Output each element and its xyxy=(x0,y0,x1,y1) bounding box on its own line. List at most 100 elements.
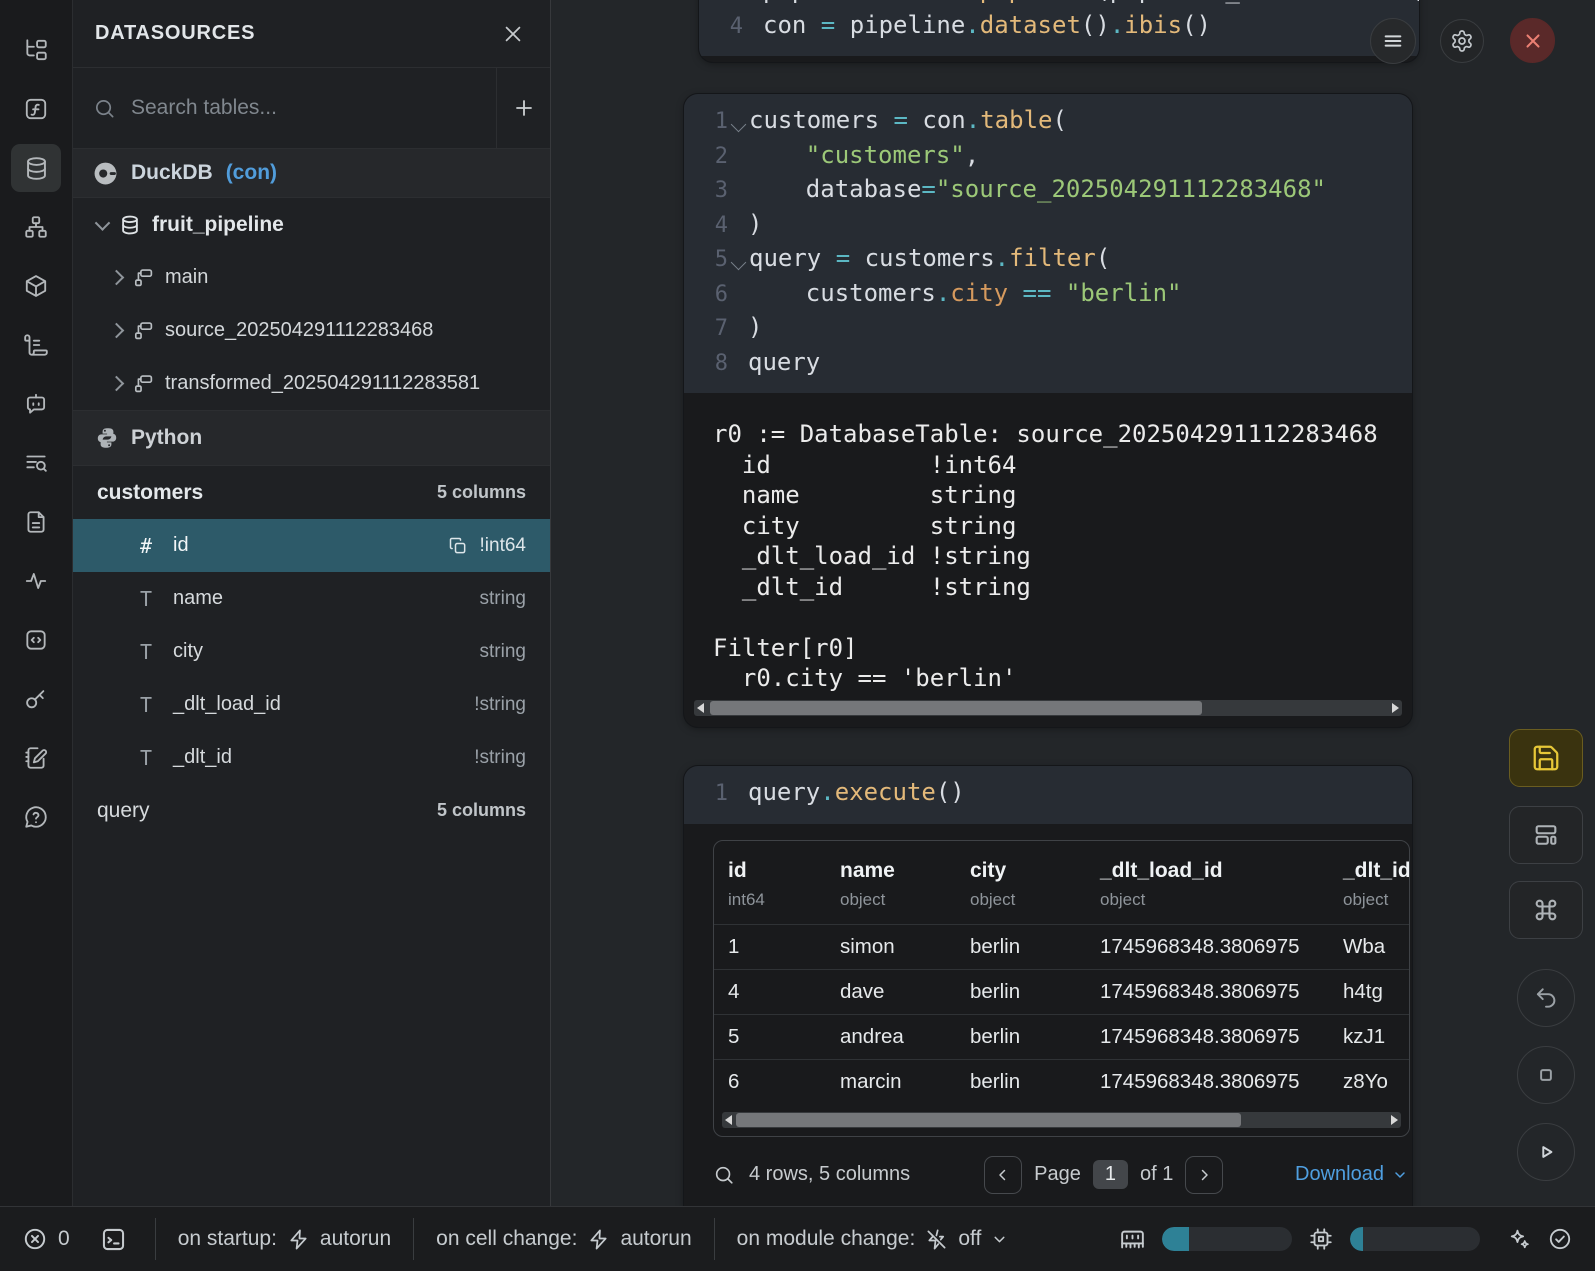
settings-button[interactable] xyxy=(1440,19,1484,63)
column-row-city[interactable]: T city string xyxy=(73,625,550,678)
secrets-icon[interactable] xyxy=(11,675,61,723)
functions-icon[interactable] xyxy=(11,85,61,133)
code-cell-2[interactable]: 1query.execute() idint64nameobjectcityob… xyxy=(684,766,1412,1207)
help-icon[interactable] xyxy=(11,793,61,841)
schema-icon xyxy=(133,373,154,394)
chevron-right-icon xyxy=(109,376,125,392)
column-header-_dlt_load_id[interactable]: _dlt_load_idobject xyxy=(1086,841,1329,924)
close-panel-icon[interactable] xyxy=(502,23,524,45)
scroll-left-icon[interactable] xyxy=(697,703,704,713)
column-type: !int64 xyxy=(480,535,526,557)
previous-page-button[interactable] xyxy=(984,1156,1022,1194)
status-bar-right xyxy=(1119,1226,1573,1253)
table-search-icon[interactable] xyxy=(713,1164,735,1186)
file-tree-icon[interactable] xyxy=(11,26,61,74)
search-input[interactable]: Search tables... xyxy=(73,68,496,148)
column-header-name[interactable]: nameobject xyxy=(826,841,956,924)
row-count-summary: 4 rows, 5 columns xyxy=(749,1163,910,1186)
error-count[interactable]: 0 xyxy=(22,1226,70,1252)
table-group-customers[interactable]: customers 5 columns xyxy=(73,466,550,519)
line-number: 4 xyxy=(699,11,743,44)
download-link[interactable]: Download xyxy=(1295,1163,1408,1186)
table-column-count: 5 columns xyxy=(437,482,526,503)
scratchpad-icon[interactable] xyxy=(11,734,61,782)
section-python[interactable]: Python xyxy=(73,410,550,466)
copy-icon[interactable] xyxy=(448,536,468,556)
on-startup-toggle[interactable]: on startup: autorun xyxy=(178,1227,391,1251)
gear-icon xyxy=(1450,29,1474,53)
on-module-change-toggle[interactable]: on module change: off xyxy=(737,1227,1009,1251)
ai-chat-icon[interactable] xyxy=(11,380,61,428)
column-row-name[interactable]: T name string xyxy=(73,572,550,625)
stop-button[interactable] xyxy=(1517,1046,1575,1104)
code-line: 5query = customers.filter( xyxy=(684,242,1412,277)
scroll-right-icon[interactable] xyxy=(1391,1115,1398,1125)
column-row-dlt-id[interactable]: T _dlt_id !string xyxy=(73,731,550,784)
column-row-id[interactable]: # id !int64 xyxy=(73,519,550,572)
undo-button[interactable] xyxy=(1517,969,1575,1027)
connection-duckdb[interactable]: DuckDB (con) xyxy=(73,149,550,198)
tree-schema-main[interactable]: main xyxy=(73,251,550,304)
column-header-_dlt_id[interactable]: _dlt_idobject xyxy=(1329,841,1410,924)
tree-schema-source[interactable]: source_202504291112283468 xyxy=(73,304,550,357)
scroll-right-icon[interactable] xyxy=(1392,703,1399,713)
table-horizontal-scrollbar[interactable] xyxy=(722,1112,1401,1128)
next-page-button[interactable] xyxy=(1185,1156,1223,1194)
command-palette-button[interactable] xyxy=(1509,881,1583,939)
table-row[interactable]: 1simonberlin1745968348.3806975Wba xyxy=(714,924,1409,969)
save-button[interactable] xyxy=(1509,729,1583,787)
cell-actions-toolbar xyxy=(1509,729,1583,1200)
snippets-icon[interactable] xyxy=(11,616,61,664)
terminal-button[interactable] xyxy=(100,1226,127,1253)
panel-title: DATASOURCES xyxy=(95,22,255,45)
tree-schema-transformed[interactable]: transformed_202504291112283581 xyxy=(73,357,550,410)
table-row[interactable]: 6marcinberlin1745968348.3806975z8Yo xyxy=(714,1059,1409,1104)
ai-assistant-button[interactable] xyxy=(1506,1227,1531,1252)
find-icon[interactable] xyxy=(11,439,61,487)
column-type: string xyxy=(480,641,526,663)
on-cell-change-toggle[interactable]: on cell change: autorun xyxy=(436,1227,692,1251)
fold-chevron-icon[interactable] xyxy=(731,116,747,132)
code-cell-partial[interactable]: 3pipeline = dlt.pipeline(pipeline_name="… xyxy=(699,0,1419,62)
circle-x-icon xyxy=(22,1226,48,1252)
connection-status-button[interactable] xyxy=(1547,1226,1573,1252)
menu-button[interactable] xyxy=(1370,18,1416,64)
add-datasource-button[interactable] xyxy=(496,68,550,148)
page-number[interactable]: 1 xyxy=(1093,1160,1128,1189)
scrollbar-thumb[interactable] xyxy=(710,701,1202,715)
documentation-icon[interactable] xyxy=(11,498,61,546)
tracing-icon[interactable] xyxy=(11,557,61,605)
column-header-city[interactable]: cityobject xyxy=(956,841,1086,924)
text-type-icon: T xyxy=(135,693,157,717)
code-line: 8query xyxy=(684,346,1412,381)
code-cell-1[interactable]: 1customers = con.table(2 "customers",3 d… xyxy=(684,94,1412,727)
datasources-icon[interactable] xyxy=(11,144,61,192)
dependencies-icon[interactable] xyxy=(11,203,61,251)
zap-icon xyxy=(587,1228,610,1251)
shutdown-button[interactable] xyxy=(1510,18,1555,63)
output-horizontal-scrollbar[interactable] xyxy=(694,700,1402,716)
table-cell: marcin xyxy=(826,1070,956,1094)
table-cell: berlin xyxy=(956,980,1086,1004)
table-cell: h4tg xyxy=(1329,980,1410,1004)
table-column-count: 5 columns xyxy=(437,800,526,821)
logs-icon[interactable] xyxy=(11,321,61,369)
table-row[interactable]: 5andreaberlin1745968348.3806975kzJ1 xyxy=(714,1014,1409,1059)
layout-button[interactable] xyxy=(1509,806,1583,864)
table-cell: 4 xyxy=(714,980,826,1004)
scrollbar-thumb[interactable] xyxy=(736,1113,1241,1127)
scroll-left-icon[interactable] xyxy=(725,1115,732,1125)
column-type: string xyxy=(480,588,526,610)
zap-icon xyxy=(287,1228,310,1251)
table-row[interactable]: 4daveberlin1745968348.3806975h4tg xyxy=(714,969,1409,1014)
cpu-usage-bar xyxy=(1350,1227,1480,1251)
column-row-dlt-load-id[interactable]: T _dlt_load_id !string xyxy=(73,678,550,731)
fold-chevron-icon[interactable] xyxy=(731,254,747,270)
memory-icon xyxy=(1119,1226,1146,1253)
table-group-query[interactable]: query 5 columns xyxy=(73,784,550,837)
packages-icon[interactable] xyxy=(11,262,61,310)
column-header-id[interactable]: idint64 xyxy=(714,841,826,924)
run-button[interactable] xyxy=(1517,1123,1575,1181)
code-line: 4) xyxy=(684,208,1412,243)
tree-database-fruit-pipeline[interactable]: fruit_pipeline xyxy=(73,198,550,251)
